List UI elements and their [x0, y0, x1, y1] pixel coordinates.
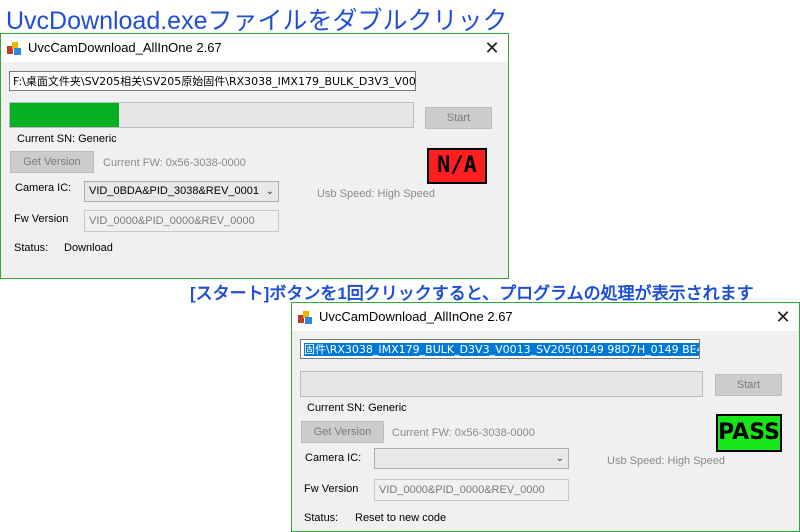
get-version-button[interactable]: Get Version	[10, 151, 94, 173]
close-icon[interactable]: ✕	[481, 37, 503, 59]
window-title: UvcCamDownload_AllInOne 2.67	[319, 309, 513, 324]
status-value: Download	[64, 242, 113, 254]
app-icon	[298, 311, 312, 324]
chevron-down-icon: ⌄	[555, 453, 564, 464]
progress-fill	[10, 103, 119, 127]
download-progress-bar	[300, 371, 703, 397]
camera-ic-select[interactable]: VID_0BDA&PID_3038&REV_0001 ⌄	[84, 181, 279, 202]
start-button[interactable]: Start	[715, 374, 782, 396]
uvc-download-window-initial: UvcCamDownload_AllInOne 2.67 ✕ F:\桌面文件夹\…	[0, 33, 509, 279]
fw-version-field: VID_0000&PID_0000&REV_0000	[374, 479, 569, 501]
window-title: UvcCamDownload_AllInOne 2.67	[28, 40, 222, 55]
instruction-heading-double-click: UvcDownload.exeファイルをダブルクリック	[6, 7, 508, 35]
uvc-download-window-complete: UvcCamDownload_AllInOne 2.67 ✕ 固件\RX3038…	[291, 302, 800, 532]
camera-ic-select[interactable]: ⌄	[374, 448, 569, 469]
close-icon[interactable]: ✕	[772, 306, 794, 328]
current-fw-text: Current FW: 0x56-3038-0000	[392, 427, 535, 439]
current-fw-text: Current FW: 0x56-3038-0000	[103, 157, 246, 169]
selected-path-text: 固件\RX3038_IMX179_BULK_D3V3_V0013_SV205(0…	[304, 343, 699, 356]
start-button[interactable]: Start	[425, 107, 492, 129]
firmware-path-field[interactable]: 固件\RX3038_IMX179_BULK_D3V3_V0013_SV205(0…	[300, 339, 700, 359]
usb-speed-text: Usb Speed: High Speed	[317, 188, 436, 200]
fw-version-field: VID_0000&PID_0000&REV_0000	[84, 210, 279, 232]
title-bar: UvcCamDownload_AllInOne 2.67 ✕	[292, 303, 799, 331]
fw-version-label: Fw Version	[304, 483, 359, 495]
get-version-button[interactable]: Get Version	[301, 421, 384, 443]
instruction-heading-start: [スタート]ボタンを1回クリックすると、プログラムの処理が表示されます	[190, 284, 754, 303]
current-sn-text: Current SN: Generic	[17, 133, 117, 145]
title-bar: UvcCamDownload_AllInOne 2.67 ✕	[1, 34, 508, 62]
current-sn-text: Current SN: Generic	[307, 402, 407, 414]
result-badge: PASS	[716, 414, 782, 452]
result-badge: N/A	[427, 148, 487, 184]
fw-version-label: Fw Version	[14, 213, 69, 225]
camera-ic-value: VID_0BDA&PID_3038&REV_0001	[89, 185, 259, 197]
app-icon	[7, 42, 21, 55]
camera-ic-label: Camera IC:	[305, 452, 362, 464]
download-progress-bar	[9, 102, 414, 128]
firmware-path-field[interactable]: F:\桌面文件夹\SV205相关\SV205原始固件\RX3038_IMX179…	[9, 71, 416, 91]
camera-ic-label: Camera IC:	[15, 182, 72, 194]
chevron-down-icon: ⌄	[265, 186, 274, 197]
status-value: Reset to new code	[355, 512, 447, 524]
status-label: Status:	[14, 242, 49, 254]
usb-speed-text: Usb Speed: High Speed	[607, 455, 726, 467]
status-label: Status:	[304, 512, 339, 524]
